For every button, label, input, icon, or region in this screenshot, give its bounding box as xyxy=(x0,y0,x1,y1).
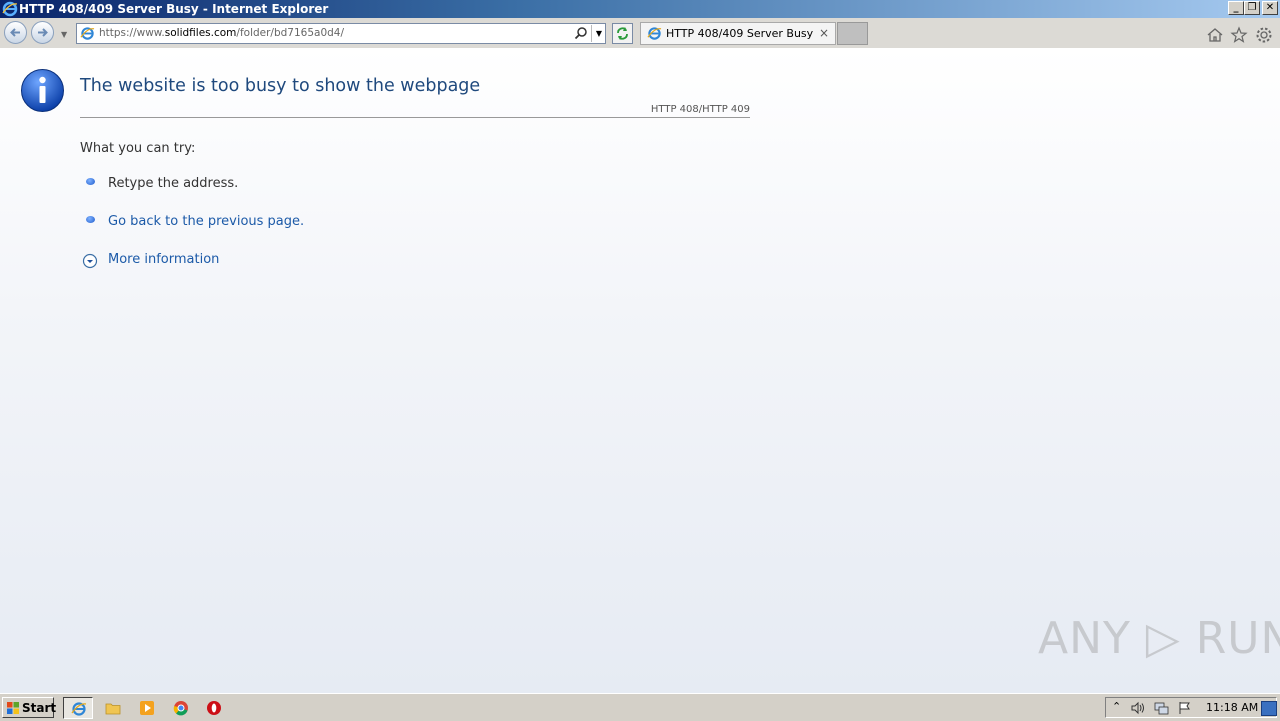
url-path: /folder/bd7165a0d4/ xyxy=(236,27,345,39)
retype-suggestion: Retype the address. xyxy=(108,176,239,191)
windows-logo-icon xyxy=(7,702,19,714)
settings-gear-icon[interactable] xyxy=(1255,26,1273,44)
address-bar[interactable]: https://www.solidfiles.com/folder/bd7165… xyxy=(76,23,606,44)
search-icon[interactable] xyxy=(574,26,588,40)
show-hidden-icons-icon[interactable]: ⌃ xyxy=(1112,700,1121,713)
new-tab-button[interactable] xyxy=(837,22,868,45)
start-label: Start xyxy=(22,701,57,715)
taskbar-chrome-button[interactable] xyxy=(166,697,196,719)
info-icon xyxy=(21,69,64,112)
page-heading: The website is too busy to show the webp… xyxy=(80,76,481,96)
ie-icon xyxy=(71,702,87,716)
browser-tab[interactable]: HTTP 408/409 Server Busy × xyxy=(640,22,836,45)
expand-chevron-icon[interactable] xyxy=(82,253,98,269)
url-text[interactable]: https://www.solidfiles.com/folder/bd7165… xyxy=(99,27,344,39)
tab-close-icon[interactable]: × xyxy=(819,26,829,40)
close-window-button[interactable]: ✕ xyxy=(1262,1,1278,15)
more-information-link[interactable]: More information xyxy=(108,252,219,267)
show-desktop-icon[interactable] xyxy=(1261,701,1277,716)
bullet-icon xyxy=(86,216,95,223)
action-center-flag-icon[interactable] xyxy=(1178,701,1192,715)
url-domain: solidfiles.com xyxy=(164,27,237,39)
chrome-icon xyxy=(173,701,188,716)
page-ie-icon xyxy=(80,27,95,40)
clock[interactable]: 11:18 AM xyxy=(1206,701,1258,714)
window-title: HTTP 408/409 Server Busy - Internet Expl… xyxy=(19,2,329,16)
anyrun-watermark: ANY ▷ RUN xyxy=(1038,613,1280,664)
ie-logo-icon xyxy=(2,1,18,17)
refresh-icon xyxy=(617,27,628,40)
taskbar-ie-button[interactable] xyxy=(63,697,93,719)
taskbar-explorer-button[interactable] xyxy=(98,697,128,719)
url-prefix: https://www. xyxy=(99,27,165,39)
system-tray: ⌃ 11:18 AM xyxy=(1105,697,1277,718)
compatibility-refresh-button[interactable] xyxy=(612,23,633,44)
bullet-icon xyxy=(86,178,95,185)
volume-icon[interactable] xyxy=(1130,701,1145,715)
divider xyxy=(80,117,750,118)
start-button[interactable]: Start xyxy=(2,697,57,718)
go-back-link[interactable]: Go back to the previous page. xyxy=(108,214,304,229)
title-bar: HTTP 408/409 Server Busy - Internet Expl… xyxy=(0,0,1280,18)
forward-button[interactable] xyxy=(31,21,54,44)
media-player-icon xyxy=(140,701,154,715)
page-content: The website is too busy to show the webp… xyxy=(0,48,1280,693)
minimize-button[interactable]: _ xyxy=(1228,1,1244,15)
home-icon[interactable] xyxy=(1206,26,1224,44)
opera-icon xyxy=(207,701,221,715)
try-label: What you can try: xyxy=(80,141,196,156)
tab-label: HTTP 408/409 Server Busy xyxy=(666,27,814,40)
taskbar-media-player-button[interactable] xyxy=(132,697,162,719)
taskbar-opera-button[interactable] xyxy=(199,697,229,719)
restore-button[interactable]: ❐ xyxy=(1244,1,1260,15)
history-dropdown-icon[interactable]: ▼ xyxy=(61,30,67,39)
forward-arrow-icon xyxy=(38,28,48,37)
tab-ie-icon xyxy=(647,27,662,40)
address-dropdown-icon[interactable]: ▼ xyxy=(591,25,606,42)
http-status-code: HTTP 408/HTTP 409 xyxy=(650,104,750,115)
favorites-star-icon[interactable] xyxy=(1230,26,1248,44)
taskbar: Start ⌃ 11:18 AM xyxy=(0,693,1280,721)
folder-icon xyxy=(105,703,121,715)
back-arrow-icon xyxy=(10,28,20,37)
back-button[interactable] xyxy=(4,21,27,44)
network-icon[interactable] xyxy=(1153,701,1169,715)
